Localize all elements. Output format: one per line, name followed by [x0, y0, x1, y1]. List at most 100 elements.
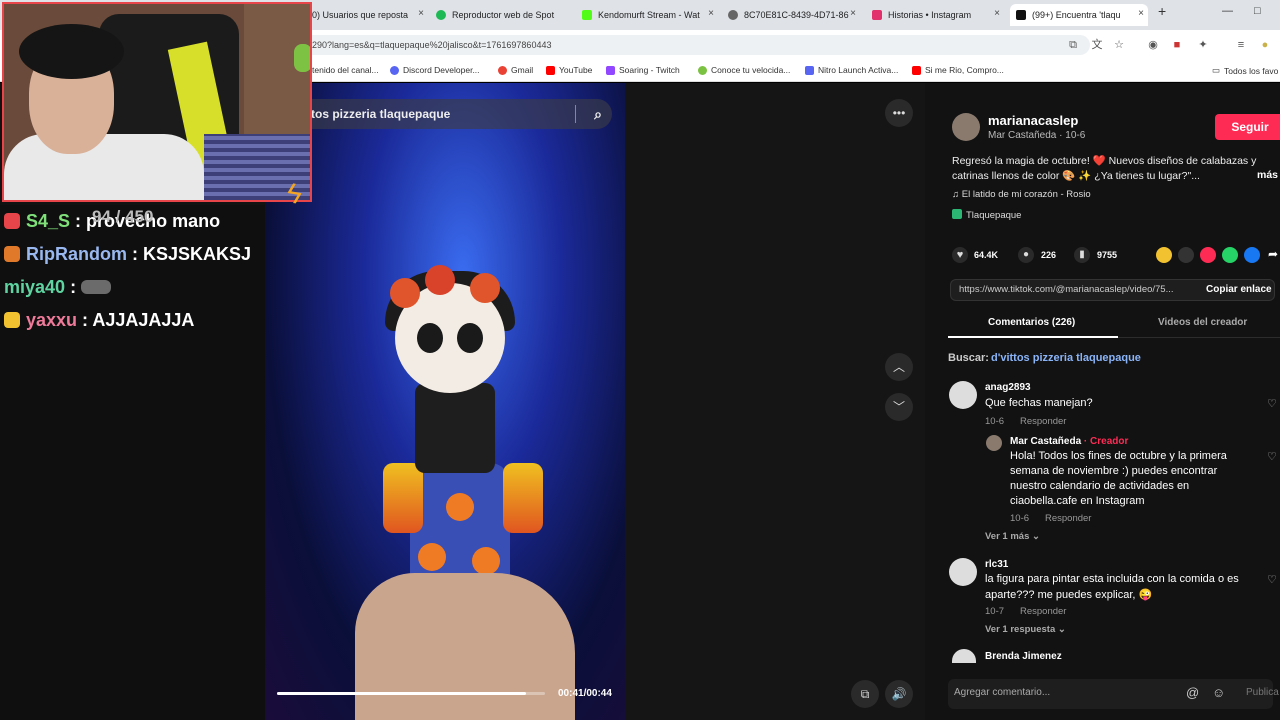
close-icon[interactable]: × [994, 8, 1000, 19]
extension-icon[interactable]: ■ [1170, 38, 1184, 52]
save-count: 9755 [1097, 250, 1118, 260]
extension-icon[interactable]: ◉ [1146, 38, 1160, 52]
browser-tab[interactable]: Historias • Instagram × [868, 4, 1004, 26]
reply-button[interactable]: Responder [1020, 416, 1066, 427]
bookmark[interactable]: Soaring - Twitch [606, 65, 680, 75]
bookmarks-folder[interactable]: ▭ Todos los favo [1212, 65, 1278, 76]
heart-icon[interactable]: ♥ [952, 247, 968, 263]
heart-icon[interactable]: ♡ [1267, 450, 1277, 463]
caption-line: Regresó la magia de octubre! ❤️ Nuevos d… [952, 155, 1257, 167]
browser-tab[interactable]: Reproductor web de Spot [432, 4, 572, 26]
more-link[interactable]: más [1257, 169, 1278, 181]
search-icon[interactable]: ⌕ [594, 99, 602, 129]
install-icon[interactable]: ⧉ [1066, 38, 1080, 52]
figurine-sleeve [383, 463, 423, 533]
comment-input[interactable]: Agregar comentario... @ ☺ [948, 679, 1273, 709]
browser-tab[interactable]: Kendomurft Stream - Wat × [578, 4, 718, 26]
caption-line: catrinas llenos de color 🎨 ✨ ¿Ya tienes … [952, 170, 1200, 182]
whatsapp-icon[interactable] [1222, 247, 1238, 263]
video-column: tos pizzeria tlaquepaque ⌕ 00:41/00:44 •… [265, 83, 925, 720]
figurine-sleeve [503, 463, 543, 533]
avatar[interactable] [949, 558, 977, 586]
menu-icon[interactable]: ≡ [1234, 38, 1248, 52]
send-icon[interactable] [1200, 247, 1216, 263]
comment-count: 226 [1041, 250, 1057, 260]
publish-button[interactable]: Publica [1246, 687, 1279, 698]
post-link[interactable]: https://www.tiktok.com/@marianacaslep/vi… [959, 284, 1174, 295]
tab-label: Historias • Instagram [888, 10, 972, 20]
bookmark-icon[interactable]: ▮ [1074, 247, 1090, 263]
view-more-replies[interactable]: Ver 1 respuesta ⌄ [985, 624, 1066, 635]
url-field[interactable]: 290?lang=es&q=tlaquepaque%20jalisco&t=17… [300, 35, 1090, 55]
mention-icon[interactable]: @ [1186, 685, 1199, 700]
avatar[interactable] [986, 435, 1002, 451]
comment-text: Hola! Todos los fines de octubre y la pr… [1010, 450, 1227, 462]
browser-tab-active[interactable]: (99+) Encuentra 'tlaqu × [1010, 4, 1148, 26]
close-icon[interactable]: × [708, 8, 714, 19]
tab-comments[interactable]: Comentarios (226) [988, 317, 1075, 328]
maximize-icon[interactable]: □ [1254, 5, 1261, 17]
close-icon[interactable]: × [418, 8, 424, 19]
comment-user[interactable]: rlc31 [985, 559, 1008, 570]
pip-icon[interactable]: ⧉ [851, 680, 879, 708]
music-label[interactable]: ♫ El latido de mi corazón - Rosio [952, 189, 1091, 200]
like-count: 64.4K [974, 250, 999, 260]
translate-icon[interactable]: 文 [1090, 38, 1104, 52]
copy-link-button[interactable]: Copiar enlace [1206, 284, 1272, 295]
follow-button[interactable]: Seguir [1215, 114, 1280, 140]
progress-fill [277, 692, 527, 695]
bookmark[interactable]: Conoce tu velocida... [698, 65, 790, 75]
bookmark[interactable]: Nitro Launch Activa... [805, 65, 898, 75]
search-query-link[interactable]: d'vittos pizzeria tlaquepaque [991, 352, 1141, 364]
puzzle-icon[interactable]: ✦ [1196, 38, 1210, 52]
bookmark[interactable]: Si me Rio, Compro... [912, 65, 1004, 75]
bookmark[interactable]: YouTube [546, 65, 592, 75]
close-icon[interactable]: × [1138, 8, 1144, 19]
tab-label: 8C70E81C-8439-4D71-86 [744, 10, 849, 20]
star-icon[interactable]: ☆ [1112, 38, 1126, 52]
avatar[interactable] [949, 381, 977, 409]
comment-user[interactable]: anag2893 [985, 382, 1031, 393]
close-icon[interactable]: × [850, 8, 856, 19]
volume-icon[interactable]: 🔊 [885, 680, 913, 708]
browser-tab[interactable]: 0) Usuarios que reposta × [312, 4, 428, 26]
reply-button[interactable]: Responder [1045, 513, 1091, 524]
hair-flower [390, 278, 420, 308]
new-tab-button[interactable]: + [1158, 3, 1166, 19]
coin-icon[interactable] [1156, 247, 1172, 263]
bookmark[interactable]: tenido del canal... [312, 65, 379, 75]
more-options-icon[interactable]: ••• [885, 99, 913, 127]
avatar[interactable] [952, 113, 980, 141]
minimize-icon[interactable]: — [1222, 5, 1233, 17]
embed-icon[interactable] [1178, 247, 1194, 263]
search-input[interactable]: tos pizzeria tlaquepaque ⌕ [275, 99, 612, 129]
avatar[interactable] [952, 649, 976, 663]
browser-tab[interactable]: 8C70E81C-8439-4D71-86 × [724, 4, 860, 26]
chevron-down-icon[interactable]: ﹀ [885, 393, 913, 421]
heart-icon[interactable]: ♡ [1267, 397, 1277, 410]
heart-icon[interactable]: ♡ [1267, 573, 1277, 586]
chevron-down-icon: ⌄ [1057, 624, 1066, 635]
comment-user[interactable]: Brenda Jimenez [985, 651, 1062, 662]
crown-icon [4, 312, 20, 328]
view-more-replies[interactable]: Ver 1 más ⌄ [985, 531, 1040, 542]
facebook-icon[interactable] [1244, 247, 1260, 263]
skull-eye [457, 323, 483, 353]
profile-icon[interactable]: ● [1258, 38, 1272, 52]
comment-date: 10-6 [985, 416, 1005, 427]
emoji-icon[interactable]: ☺ [1212, 685, 1225, 700]
comment-placeholder: Agregar comentario... [954, 687, 1051, 698]
video-player[interactable]: tos pizzeria tlaquepaque ⌕ 00:41/00:44 [265, 83, 625, 720]
chat-badge-icon [4, 246, 20, 262]
video-progress[interactable] [277, 692, 545, 695]
comment-icon[interactable]: ● [1018, 247, 1034, 263]
share-icon[interactable]: ➦ [1268, 247, 1278, 261]
post-username[interactable]: marianacaslep [988, 113, 1078, 128]
bookmark[interactable]: Gmail [498, 65, 533, 75]
location-tag[interactable]: Tlaquepaque [952, 209, 1021, 221]
bookmark[interactable]: Discord Developer... [390, 65, 480, 75]
chevron-up-icon[interactable]: ︿ [885, 353, 913, 381]
tab-creator-videos[interactable]: Videos del creador [1158, 317, 1247, 328]
location-icon [952, 209, 962, 219]
reply-button[interactable]: Responder [1020, 606, 1066, 617]
